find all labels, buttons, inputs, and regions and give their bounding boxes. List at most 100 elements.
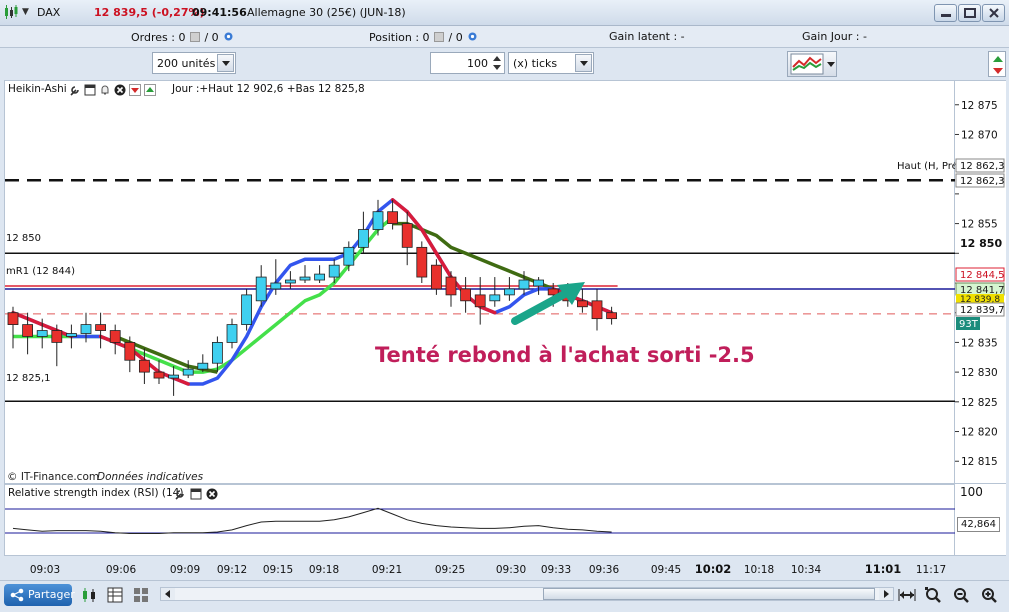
units-select-value: 200 unités <box>157 57 216 70</box>
gear-icon[interactable] <box>222 30 235 43</box>
cancel-orders-icon[interactable] <box>189 32 200 42</box>
indicator-name[interactable]: Heikin-Ashi <box>8 83 67 95</box>
tag-last: 12 839,7 <box>960 305 1005 316</box>
moving-average-down-segment <box>40 322 59 333</box>
candle-body <box>577 300 588 308</box>
candle-body <box>197 362 209 370</box>
grid-layout-icon[interactable] <box>132 586 150 604</box>
time-tick-label: 09:36 <box>589 564 620 576</box>
latent-gain-status: Gain latent : - <box>609 30 685 43</box>
candle-body <box>343 246 355 266</box>
share-icon <box>10 588 24 602</box>
price-tick-label: 12 860 <box>961 189 998 201</box>
price-tick-label: 12 825 <box>961 397 998 409</box>
units-dropdown-button[interactable] <box>217 54 234 72</box>
candle-body <box>124 342 136 361</box>
gear-icon[interactable] <box>466 30 479 43</box>
time-axis[interactable]: 09:03 09:06 09:09 09:12 09:15 09:18 09:21 09:25… <box>4 556 1006 580</box>
orders-value: 0 <box>178 31 186 44</box>
time-tick-label: 09:33 <box>541 564 571 576</box>
quantity-stepper[interactable]: 100 <box>430 52 505 74</box>
candle-body <box>182 368 194 376</box>
rsi-label[interactable]: Relative strength index (RSI) (14) <box>8 487 183 499</box>
candlestick-chart-icon[interactable] <box>4 4 18 20</box>
order-arrows-icon <box>993 56 1003 74</box>
candle-body <box>255 276 267 302</box>
candle-body <box>36 330 48 337</box>
side-panel-button[interactable] <box>988 51 1006 77</box>
close-icon[interactable] <box>114 84 126 96</box>
chevron-down-icon <box>222 61 230 66</box>
spin-up-icon[interactable] <box>491 54 503 63</box>
spin-down-icon[interactable] <box>491 63 503 72</box>
wrench-icon[interactable] <box>174 488 186 500</box>
time-tick-label: 10:18 <box>744 564 774 576</box>
candle-body <box>401 223 413 248</box>
ticks-select-value: (x) ticks <box>513 57 558 70</box>
zoom-in-icon[interactable] <box>980 586 998 604</box>
candle-body <box>357 229 369 248</box>
minimize-icon <box>941 14 951 17</box>
chart-type-dropdown-icon[interactable]: ▼ <box>22 7 29 17</box>
wrench-icon[interactable] <box>69 84 81 96</box>
rsi-header: Relative strength index (RSI) (14) <box>6 486 224 502</box>
close-button[interactable] <box>982 4 1005 22</box>
moving-average-line <box>13 216 394 374</box>
tag-12850: 12 850 <box>960 237 1002 250</box>
buy-order-icon[interactable] <box>144 84 156 96</box>
candle-body <box>51 330 63 343</box>
ticks-dropdown-button[interactable] <box>575 54 592 72</box>
candle-body <box>591 300 603 320</box>
time-tick-label: 11:01 <box>865 562 902 576</box>
price-chart-panel[interactable]: Haut (H, Pré) 12 850 mR1 (12 844) 12 825… <box>4 80 956 485</box>
window-icon[interactable] <box>190 488 202 500</box>
scroll-left-button[interactable] <box>161 588 175 600</box>
time-tick-label: 09:03 <box>30 564 60 576</box>
close-position-icon[interactable] <box>434 32 445 42</box>
time-tick-label: 09:12 <box>217 564 247 576</box>
price-tick-label: 12 855 <box>961 219 998 231</box>
share-button[interactable]: Partager <box>4 584 75 606</box>
horizontal-scrollbar[interactable] <box>160 587 894 601</box>
position-status-bar: Ordres : 0 / 0 Position : 0 / 0 Gain lat… <box>0 26 1009 48</box>
scroll-right-button[interactable] <box>879 588 893 600</box>
candle-body <box>226 324 238 343</box>
fit-width-icon[interactable] <box>898 586 916 604</box>
zoom-area-icon[interactable] <box>924 586 942 604</box>
time-tick-label: 09:25 <box>435 564 465 576</box>
price-chart[interactable]: Haut (H, Pré) 12 850 mR1 (12 844) 12 825… <box>5 81 956 485</box>
position-value: 0 <box>422 31 430 44</box>
candle-body <box>460 288 472 302</box>
candles-icon[interactable] <box>80 586 98 604</box>
rsi-line <box>12 507 612 534</box>
quantity-value: 100 <box>467 57 488 70</box>
maximize-button[interactable] <box>958 4 981 22</box>
ticks-select[interactable]: (x) ticks <box>508 52 594 74</box>
indicators-button[interactable] <box>787 51 837 77</box>
candle-body <box>474 294 486 308</box>
close-icon[interactable] <box>206 488 218 500</box>
table-icon[interactable] <box>106 586 124 604</box>
time-tick-label: 09:09 <box>170 564 200 576</box>
units-select[interactable]: 200 unités <box>152 52 236 74</box>
candle-body <box>518 279 530 290</box>
scrollbar-thumb[interactable] <box>543 588 875 600</box>
price-axis[interactable]: 12 87512 87012 86512 86012 85512 85012 8… <box>955 80 1006 484</box>
time-tick-label: 10:02 <box>695 562 732 576</box>
clock-time: 09:41:56 <box>192 6 247 19</box>
zoom-out-icon[interactable] <box>952 586 970 604</box>
indicator-chart-icon <box>790 53 824 75</box>
rsi-panel[interactable]: Relative strength index (RSI) (14) <box>4 484 956 556</box>
quantity-spin-buttons[interactable] <box>491 54 503 72</box>
rsi-value-tag: 42,864 <box>957 517 1000 532</box>
bell-icon[interactable] <box>99 84 111 96</box>
price-tick-label: 12 820 <box>961 427 998 439</box>
candle-body <box>138 359 150 373</box>
sell-order-icon[interactable] <box>129 84 141 96</box>
rsi-scale-top: 100 <box>960 485 983 499</box>
window-icon[interactable] <box>84 84 96 96</box>
time-tick-label: 10:34 <box>791 564 822 576</box>
minimize-button[interactable] <box>934 4 957 22</box>
position-separator: / <box>448 31 453 44</box>
symbol-label[interactable]: DAX <box>37 6 60 19</box>
